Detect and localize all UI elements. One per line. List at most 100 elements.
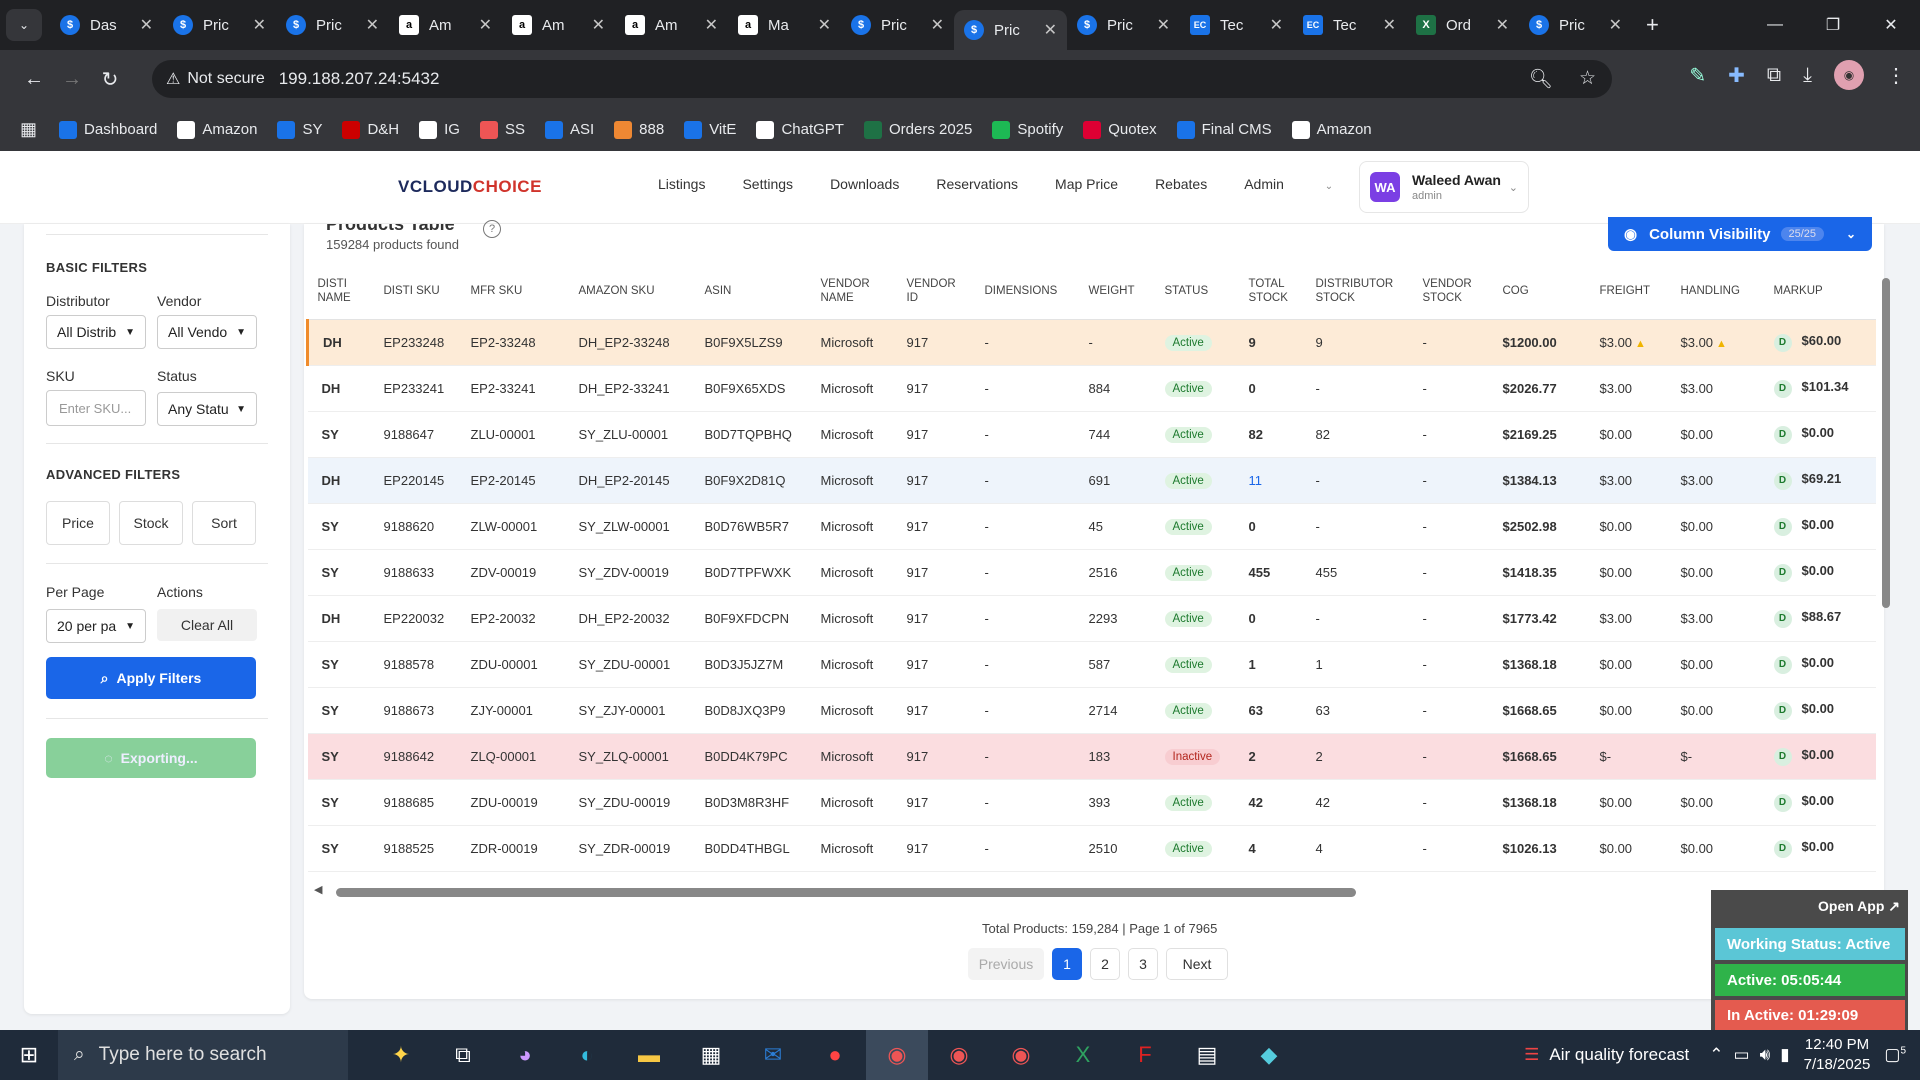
outlook-icon[interactable]: ✉ bbox=[742, 1030, 804, 1080]
bookmark-item[interactable]: Quotex bbox=[1083, 120, 1157, 139]
browser-tab[interactable]: X Ord ✕ bbox=[1406, 5, 1519, 45]
forward-button[interactable]: → bbox=[54, 68, 90, 91]
column-header[interactable]: VENDOR NAME bbox=[810, 264, 897, 320]
column-header[interactable]: FREIGHT bbox=[1589, 264, 1671, 320]
browser-tab[interactable]: a Am ✕ bbox=[502, 5, 615, 45]
help-icon[interactable]: ? bbox=[483, 220, 501, 238]
bookmark-item[interactable]: IG bbox=[419, 120, 460, 139]
menu-icon[interactable]: ⋮ bbox=[1886, 63, 1906, 88]
browser-tab[interactable]: $ Pric ✕ bbox=[276, 5, 389, 45]
column-header[interactable]: HANDLING bbox=[1670, 264, 1764, 320]
column-header[interactable]: WEIGHT bbox=[1078, 264, 1155, 320]
bookmark-item[interactable]: Amazon bbox=[1291, 120, 1372, 139]
notification-icon[interactable]: ▢5 bbox=[1884, 1045, 1906, 1065]
page-3-button[interactable]: 3 bbox=[1128, 948, 1158, 980]
zoom-icon[interactable]: 🔍︎ bbox=[1529, 67, 1553, 91]
table-row[interactable]: DH EP233248 EP2-33248 DH_EP2-33248 B0F9X5LZS… bbox=[306, 319, 1876, 366]
taskbar-search[interactable]: ⌕ Type here to search bbox=[58, 1030, 348, 1080]
table-row[interactable]: SY 9188642 ZLQ-00001 SY_ZLQ-00001 B0DD4K79PC… bbox=[307, 733, 1876, 780]
volume-icon[interactable]: 🔊︎ bbox=[1760, 1045, 1771, 1065]
column-header[interactable]: ASIN bbox=[694, 264, 811, 320]
close-icon[interactable]: ✕ bbox=[1270, 15, 1283, 35]
export-button[interactable]: ◌ Exporting... bbox=[46, 738, 256, 778]
restore-button[interactable]: ❐ bbox=[1804, 0, 1862, 50]
close-icon[interactable]: ✕ bbox=[705, 15, 718, 35]
table-row[interactable]: SY 9188633 ZDV-00019 SY_ZDV-00019 B0D7TPFWXK… bbox=[307, 549, 1876, 596]
close-icon[interactable]: ✕ bbox=[592, 15, 605, 35]
bookmark-star-icon[interactable]: ☆ bbox=[1579, 67, 1596, 91]
calculator-icon[interactable]: ▤ bbox=[1176, 1030, 1238, 1080]
nav-downloads[interactable]: Downloads bbox=[830, 176, 899, 192]
nav-settings[interactable]: Settings bbox=[742, 176, 793, 192]
logo[interactable]: VCLOUDCHOICE bbox=[398, 177, 542, 197]
url-text[interactable]: 199.188.207.24:5432 bbox=[279, 69, 440, 89]
clear-all-button[interactable]: Clear All bbox=[157, 609, 257, 641]
close-icon[interactable]: ✕ bbox=[1496, 15, 1509, 35]
column-header[interactable]: TOTAL STOCK bbox=[1238, 264, 1306, 320]
edge-icon[interactable]: ◐ bbox=[556, 1030, 618, 1080]
page-1-button[interactable]: 1 bbox=[1052, 948, 1082, 980]
next-button[interactable]: Next bbox=[1166, 948, 1228, 980]
apply-filters-button[interactable]: ⌕ Apply Filters bbox=[46, 657, 256, 699]
browser-tab[interactable]: $ Pric ✕ bbox=[163, 5, 276, 45]
profile-avatar[interactable]: ◉ bbox=[1834, 60, 1864, 90]
filezilla-icon[interactable]: F bbox=[1114, 1030, 1176, 1080]
battery-icon[interactable]: ▮ bbox=[1780, 1045, 1789, 1065]
browser-tab[interactable]: a Ma ✕ bbox=[728, 5, 841, 45]
page-2-button[interactable]: 2 bbox=[1090, 948, 1120, 980]
tab-search-button[interactable]: ⌄ bbox=[6, 9, 42, 41]
nav-rebates[interactable]: Rebates bbox=[1155, 176, 1207, 192]
table-row[interactable]: DH EP220032 EP2-20032 DH_EP2-20032 B0F9XFDCP… bbox=[307, 595, 1876, 642]
task-view-icon[interactable]: ⧉ bbox=[432, 1030, 494, 1080]
column-header[interactable]: MFR SKU bbox=[460, 264, 569, 320]
bookmark-item[interactable]: Spotify bbox=[992, 120, 1063, 139]
chrome-icon[interactable]: ◉ bbox=[928, 1030, 990, 1080]
extension-icon[interactable]: ✚ bbox=[1728, 63, 1745, 88]
bookmark-item[interactable]: Orders 2025 bbox=[863, 120, 972, 139]
bookmark-item[interactable]: Amazon bbox=[177, 120, 257, 139]
sku-input[interactable]: Enter SKU... bbox=[46, 390, 146, 426]
table-row[interactable]: SY 9188647 ZLU-00001 SY_ZLU-00001 B0D7TQPBHQ… bbox=[307, 411, 1876, 458]
column-header[interactable]: VENDOR STOCK bbox=[1412, 264, 1493, 320]
scroll-left-icon[interactable]: ◀ bbox=[314, 883, 322, 896]
network-icon[interactable]: ▭ bbox=[1734, 1045, 1750, 1065]
vertical-scrollbar[interactable] bbox=[1881, 266, 1891, 746]
windows-start-icon[interactable]: ⊞ bbox=[0, 1030, 58, 1080]
chrome-icon[interactable]: ◉ bbox=[990, 1030, 1052, 1080]
scrollbar-thumb[interactable] bbox=[1882, 278, 1890, 608]
browser-tab[interactable]: $ Das ✕ bbox=[50, 5, 163, 45]
table-row[interactable]: DH EP233241 EP2-33241 DH_EP2-33241 B0F9X65XD… bbox=[307, 365, 1876, 412]
close-window-button[interactable]: ✕ bbox=[1862, 0, 1920, 50]
bookmark-item[interactable]: VitE bbox=[684, 120, 736, 139]
download-icon[interactable]: ⤓ bbox=[1803, 64, 1812, 87]
bookmark-item[interactable]: D&H bbox=[342, 120, 399, 139]
scrollbar-thumb[interactable] bbox=[336, 888, 1356, 897]
store-icon[interactable]: ▦ bbox=[680, 1030, 742, 1080]
app-icon[interactable]: ● bbox=[804, 1030, 866, 1080]
tray-chevron-icon[interactable]: ⌃ bbox=[1709, 1045, 1723, 1065]
browser-tab[interactable]: EC Tec ✕ bbox=[1180, 5, 1293, 45]
column-header[interactable]: MARKUP bbox=[1763, 264, 1876, 320]
app-icon[interactable]: ◆ bbox=[1238, 1030, 1300, 1080]
column-header[interactable]: VENDOR ID bbox=[896, 264, 975, 320]
close-icon[interactable]: ✕ bbox=[1609, 15, 1622, 35]
reload-button[interactable]: ↻ bbox=[92, 67, 128, 92]
stock-filter-button[interactable]: Stock bbox=[119, 501, 183, 545]
not-secure-indicator[interactable]: ⚠ Not secure bbox=[166, 69, 265, 89]
copilot-icon[interactable]: ✦ bbox=[370, 1030, 432, 1080]
sort-button[interactable]: Sort bbox=[192, 501, 256, 545]
table-row[interactable]: SY 9188620 ZLW-00001 SY_ZLW-00001 B0D76WB5R7… bbox=[307, 503, 1876, 550]
back-button[interactable]: ← bbox=[16, 68, 52, 91]
bookmark-item[interactable]: Final CMS bbox=[1176, 120, 1272, 139]
browser-tab[interactable]: $ Pric ✕ bbox=[954, 10, 1067, 50]
chrome-icon[interactable]: ◉ bbox=[866, 1030, 928, 1080]
browser-tab[interactable]: a Am ✕ bbox=[615, 5, 728, 45]
table-row[interactable]: SY 9188578 ZDU-00001 SY_ZDU-00001 B0D3J5JZ7M… bbox=[307, 641, 1876, 688]
column-header[interactable]: AMAZON SKU bbox=[568, 264, 695, 320]
apps-grid-icon[interactable]: ▦ bbox=[20, 119, 37, 140]
browser-tab[interactable]: $ Pric ✕ bbox=[841, 5, 954, 45]
nav-map-price[interactable]: Map Price bbox=[1055, 176, 1118, 192]
bookmark-item[interactable]: 888 bbox=[614, 120, 664, 139]
column-header[interactable]: DISTRIBUTOR STOCK bbox=[1305, 264, 1413, 320]
minimize-button[interactable]: — bbox=[1746, 0, 1804, 50]
